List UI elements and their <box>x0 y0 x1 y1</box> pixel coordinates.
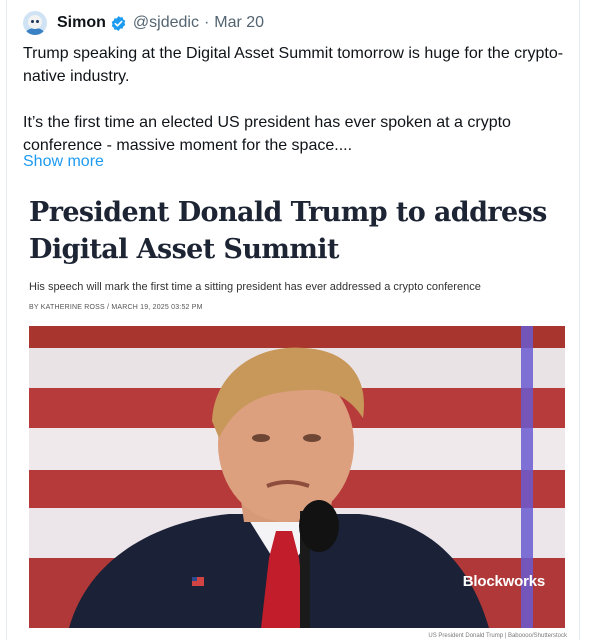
author-name[interactable]: Simon <box>57 14 106 32</box>
article-card[interactable]: President Donald Trump to address Digita… <box>23 186 571 640</box>
tweet-text-paragraph: Trump speaking at the Digital Asset Summ… <box>23 45 564 85</box>
verified-badge-icon <box>111 15 126 31</box>
brand-watermark: Blockworks <box>462 573 545 590</box>
avatar[interactable] <box>23 11 47 35</box>
article-photo: Blockworks <box>29 326 565 628</box>
separator-dot: · <box>203 14 210 31</box>
tweet-header: Simon @sjdedic · Mar 20 <box>23 10 264 36</box>
tweet-text: Trump speaking at the Digital Asset Summ… <box>23 42 571 157</box>
article-headline: President Donald Trump to address Digita… <box>29 197 547 265</box>
show-more-link[interactable]: Show more <box>23 153 104 171</box>
tweet-date[interactable]: Mar 20 <box>214 14 264 32</box>
photo-caption: US President Donald Trump | Baboooo/Shut… <box>428 633 567 639</box>
tweet-text-paragraph: It’s the first time an elected US presid… <box>23 114 511 154</box>
author-handle[interactable]: @sjdedic <box>133 14 199 32</box>
tweet[interactable]: Simon @sjdedic · Mar 20 Trump speaking a… <box>6 0 580 640</box>
article-byline: BY KATHERINE ROSS / MARCH 19, 2025 03:52… <box>29 304 203 311</box>
article-subheadline: His speech will mark the first time a si… <box>29 281 481 293</box>
